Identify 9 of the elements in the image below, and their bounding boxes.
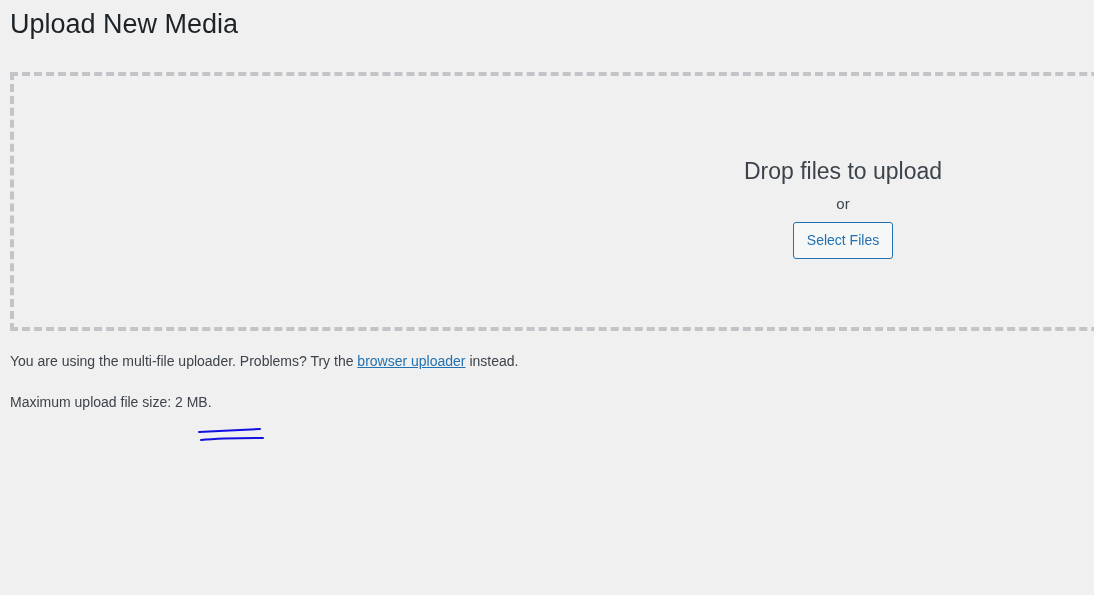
drop-zone[interactable]: Drop files to upload or Select Files (10, 72, 1094, 331)
page-title: Upload New Media (10, 8, 240, 40)
or-label: or (836, 194, 850, 214)
select-files-button[interactable]: Select Files (792, 222, 894, 259)
uploader-notice: You are using the multi-file uploader. Problems? Try the browser uploader instead. (10, 352, 520, 371)
browser-uploader-link[interactable]: browser uploader (357, 353, 466, 369)
max-size-text: Maximum upload file size: 2 MB. (10, 393, 213, 412)
drop-heading: Drop files to upload (743, 157, 943, 186)
underline-scribble (197, 428, 265, 442)
